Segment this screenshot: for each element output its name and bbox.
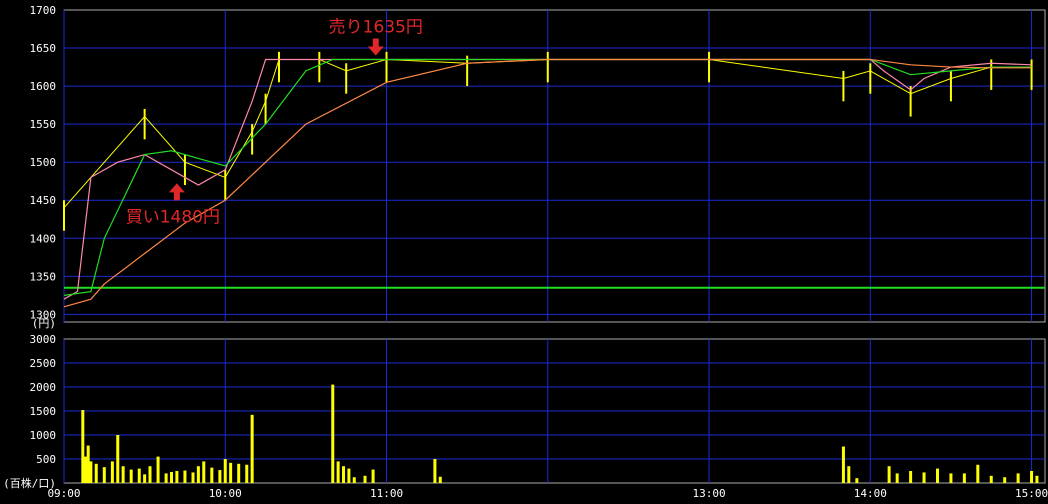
volume-bar bbox=[202, 461, 206, 483]
volume-bar bbox=[922, 472, 926, 483]
volume-bar bbox=[342, 466, 346, 483]
volume-bar bbox=[229, 462, 233, 483]
price-panel-frame bbox=[63, 9, 1046, 323]
volume-bar bbox=[94, 463, 98, 483]
volume-bar bbox=[210, 467, 214, 483]
volume-bar bbox=[352, 477, 356, 483]
volume-bar bbox=[148, 466, 152, 483]
volume-bar bbox=[1035, 475, 1039, 483]
volume-bar bbox=[237, 463, 241, 483]
sell-arrow-icon bbox=[367, 38, 384, 56]
price-tick-label: 1450 bbox=[30, 194, 57, 207]
volume-unit-label: (百株/口) bbox=[3, 476, 56, 490]
volume-tick-label: 1500 bbox=[30, 405, 57, 418]
volume-bar bbox=[935, 468, 939, 483]
buy-arrow-icon bbox=[168, 183, 185, 201]
volume-bar bbox=[89, 461, 93, 483]
x-tick-label: 10:00 bbox=[209, 487, 242, 500]
price-tick-label: 1550 bbox=[30, 118, 57, 131]
volume-bar bbox=[137, 468, 141, 483]
volume-bar bbox=[909, 471, 913, 483]
volume-bar bbox=[1003, 477, 1007, 483]
volume-bar bbox=[129, 469, 133, 483]
volume-bar bbox=[110, 461, 114, 483]
volume-bar bbox=[121, 466, 125, 483]
volume-bar bbox=[895, 473, 899, 483]
volume-bar bbox=[433, 459, 437, 483]
volume-bar bbox=[962, 473, 966, 483]
price-tick-label: 1400 bbox=[30, 232, 57, 245]
chart-svg: 09:00 10:00 11:00 13:00 14:00 15:001300135014… bbox=[3, 4, 1048, 500]
volume-bar bbox=[438, 476, 442, 483]
volume-tick-label: 2000 bbox=[30, 381, 57, 394]
volume-bar bbox=[143, 474, 147, 483]
buy-annotation-label: 買い1480円 bbox=[126, 207, 220, 227]
volume-bar bbox=[371, 469, 375, 483]
volume-bar bbox=[164, 473, 168, 483]
sell-annotation-label: 売り1635円 bbox=[329, 17, 423, 37]
price-tick-label: 1700 bbox=[30, 4, 57, 17]
stock-intraday-chart: 09:00 10:00 11:00 13:00 14:00 15:00 1300 1350 14… bbox=[0, 0, 1048, 500]
volume-bar bbox=[855, 478, 859, 483]
price-unit-label: (円) bbox=[32, 317, 56, 330]
volume-bar bbox=[86, 445, 90, 483]
volume-bar bbox=[847, 466, 851, 483]
volume-bar bbox=[218, 470, 222, 483]
price-tick-label: 1350 bbox=[30, 270, 57, 283]
volume-bar bbox=[196, 466, 200, 483]
volume-bar bbox=[170, 471, 174, 483]
volume-bar bbox=[116, 435, 120, 483]
volume-bar bbox=[331, 384, 335, 483]
price-tick-label: 1600 bbox=[30, 80, 57, 93]
volume-bar bbox=[156, 456, 160, 483]
volume-tick-label: 1000 bbox=[30, 429, 57, 442]
x-tick-label: 15:00 bbox=[1015, 487, 1048, 500]
volume-tick-label: 3000 bbox=[30, 333, 57, 346]
volume-bar bbox=[347, 468, 351, 483]
volume-bar bbox=[245, 464, 249, 483]
volume-tick-label: 500 bbox=[36, 453, 56, 466]
price-tick-label: 1650 bbox=[30, 42, 57, 55]
price-tick-label: 1500 bbox=[30, 156, 57, 169]
volume-bar bbox=[191, 472, 195, 483]
volume-bar bbox=[81, 410, 85, 483]
x-tick-label: 13:00 bbox=[692, 487, 725, 500]
volume-bar bbox=[250, 414, 254, 483]
volume-bar bbox=[976, 464, 980, 483]
volume-bar bbox=[949, 473, 953, 483]
volume-bar bbox=[887, 466, 891, 483]
volume-bar bbox=[841, 446, 845, 483]
volume-bar bbox=[183, 470, 187, 483]
volume-bar bbox=[84, 456, 88, 483]
x-tick-label: 14:00 bbox=[854, 487, 887, 500]
volume-tick-label: 2500 bbox=[30, 357, 57, 370]
volume-bar bbox=[989, 475, 993, 483]
volume-bar bbox=[175, 471, 179, 483]
volume-bar bbox=[223, 459, 227, 483]
volume-bar bbox=[1016, 473, 1020, 483]
volume-bar bbox=[102, 467, 106, 483]
volume-bar bbox=[336, 461, 340, 483]
volume-bar bbox=[1030, 471, 1034, 483]
x-tick-label: 11:00 bbox=[370, 487, 403, 500]
volume-bar bbox=[363, 475, 367, 483]
